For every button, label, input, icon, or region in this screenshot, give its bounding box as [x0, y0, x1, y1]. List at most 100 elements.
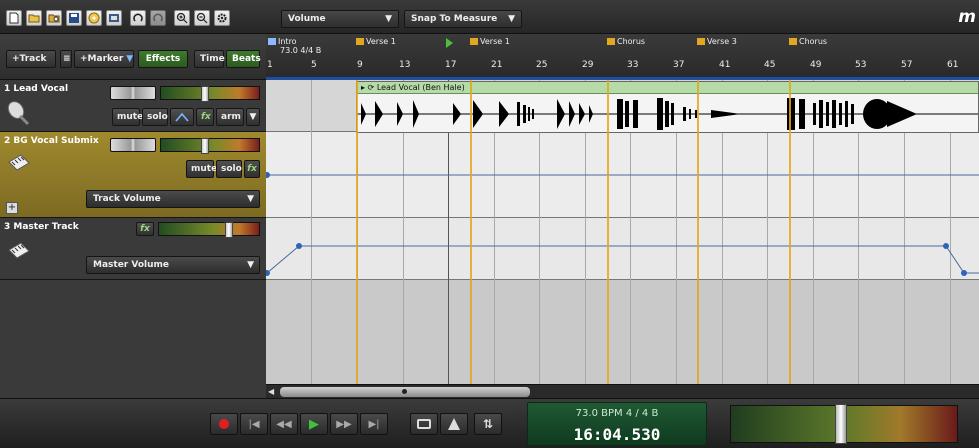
beats-button[interactable]: Beats	[226, 50, 261, 68]
marker-chorus-2[interactable]: Chorus	[789, 37, 827, 46]
scrollbar-thumb[interactable]	[280, 387, 530, 397]
keyboard-icon	[8, 154, 30, 171]
scroll-left-icon[interactable]: ◀	[268, 387, 278, 397]
marker-intro[interactable]: Intro	[268, 37, 297, 46]
automation-point[interactable]	[961, 270, 967, 276]
open-recent-icon[interactable]	[46, 10, 62, 26]
burn-cd-icon[interactable]	[86, 10, 102, 26]
mute-button[interactable]: mute	[186, 160, 217, 178]
time-display[interactable]: 73.0 BPM 4 / 4 B 16:04.530	[527, 402, 707, 446]
view-select[interactable]: Volume ▼	[281, 10, 399, 28]
chevron-down-icon: ▼	[247, 194, 254, 204]
export-icon[interactable]	[106, 10, 122, 26]
record-icon	[219, 419, 229, 429]
automation-lane-value: Master Volume	[93, 260, 169, 270]
marker-verse-1b[interactable]: Verse 1	[470, 37, 510, 46]
metronome-icon	[448, 418, 460, 430]
track-menu-button[interactable]: ▼	[246, 108, 260, 126]
track-list-icon[interactable]: ≡	[60, 50, 72, 68]
add-automation-icon[interactable]: +	[6, 202, 18, 214]
save-icon[interactable]	[66, 10, 82, 26]
track-pan-meter[interactable]	[160, 138, 260, 154]
arm-button[interactable]: arm	[216, 108, 244, 126]
snap-select[interactable]: Snap To Measure ▼	[404, 10, 522, 28]
lane-empty[interactable]	[266, 280, 979, 384]
go-to-start-button[interactable]: |◀	[240, 413, 268, 435]
timeline-area[interactable]: Intro 73.0 4/4 B Verse 1 Verse 1 Chorus …	[266, 34, 979, 398]
fx-button[interactable]: fx	[244, 160, 260, 178]
automation-point[interactable]	[296, 243, 302, 249]
track-volume-slider[interactable]	[110, 86, 156, 100]
automation-envelope[interactable]	[266, 132, 979, 280]
master-volume-slider[interactable]	[730, 404, 958, 444]
record-button[interactable]	[210, 413, 238, 435]
master-volume-meter[interactable]	[158, 222, 260, 238]
metronome-button[interactable]	[440, 413, 468, 435]
add-marker-button[interactable]: +Marker ▼	[74, 50, 134, 68]
bar-number: 33	[627, 60, 639, 70]
automation-point[interactable]	[943, 243, 949, 249]
mixcraft-window: Volume ▼ Snap To Measure ▼ m +Track ≡ +M…	[0, 0, 979, 448]
open-folder-icon[interactable]	[26, 10, 42, 26]
mixer-button[interactable]: ⇅	[474, 413, 502, 435]
tempo-signature-label: 73.0 4/4 B	[280, 46, 322, 55]
clip-header[interactable]: ▸ ⟳ Lead Vocal (Ben Hale)	[357, 82, 978, 94]
add-track-button[interactable]: +Track	[6, 50, 56, 68]
rewind-button[interactable]: ◀◀	[270, 413, 298, 435]
track-header-master[interactable]: 3 Master Track fx Master Volume ▼	[0, 218, 266, 280]
settings-icon[interactable]	[214, 10, 230, 26]
track-header-lead-vocal[interactable]: 1 Lead Vocal mute solo fx arm ▼	[0, 80, 266, 132]
microphone-icon	[7, 101, 30, 126]
mixer-icon: ⇅	[482, 417, 494, 431]
chevron-down-icon: ▼	[247, 260, 254, 270]
snapshot-button[interactable]	[410, 413, 438, 435]
go-to-end-button[interactable]: ▶|	[360, 413, 388, 435]
loop-icon[interactable]	[130, 10, 146, 26]
automation-toggle-icon[interactable]	[170, 108, 194, 126]
new-file-icon[interactable]	[6, 10, 22, 26]
marker-line	[789, 80, 791, 385]
automation-lane-select[interactable]: Master Volume ▼	[86, 256, 260, 274]
chevron-down-icon: ▼	[385, 14, 392, 24]
keyboard-icon	[8, 242, 30, 259]
effects-button[interactable]: Effects	[138, 50, 188, 68]
marker-verse-3[interactable]: Verse 3	[697, 37, 737, 46]
zoom-in-icon[interactable]	[174, 10, 190, 26]
track-header-bg-vocal-submix[interactable]: 2 BG Vocal Submix mute solo fx Track Vol…	[0, 132, 266, 218]
fx-button[interactable]: fx	[196, 108, 214, 126]
mute-button[interactable]: mute	[112, 108, 143, 126]
timeline-ruler[interactable]: Intro 73.0 4/4 B Verse 1 Verse 1 Chorus …	[266, 34, 979, 80]
zoom-out-icon[interactable]	[194, 10, 210, 26]
bar-number: 41	[719, 60, 731, 70]
fast-forward-icon: ▶▶	[336, 418, 352, 430]
track-pan-meter[interactable]	[160, 86, 260, 102]
rewind-icon: ◀◀	[276, 418, 292, 430]
master-volume-thumb[interactable]	[835, 404, 847, 444]
bar-number: 57	[901, 60, 913, 70]
audio-clip-lead-vocal[interactable]: ▸ ⟳ Lead Vocal (Ben Hale)	[356, 81, 979, 133]
track-volume-slider[interactable]	[110, 138, 156, 152]
fx-button[interactable]: fx	[136, 222, 154, 236]
bar-number: 13	[399, 60, 411, 70]
marker-line	[470, 80, 472, 385]
automation-lane-value: Track Volume	[93, 194, 161, 204]
solo-button[interactable]: solo	[142, 108, 168, 126]
fast-forward-button[interactable]: ▶▶	[330, 413, 358, 435]
play-button[interactable]: ▶	[300, 413, 328, 435]
track-headers-panel: +Track ≡ +Marker ▼ Effects Time Beats 1 L…	[0, 34, 266, 398]
horizontal-scrollbar[interactable]: ◀	[266, 384, 979, 398]
bar-number: 25	[536, 60, 548, 70]
automation-point[interactable]	[266, 172, 270, 178]
track-name: 3 Master Track	[4, 222, 79, 232]
time-button[interactable]: Time	[194, 50, 225, 68]
marker-chorus[interactable]: Chorus	[607, 37, 645, 46]
bar-number: 1	[267, 60, 273, 70]
camera-icon	[417, 419, 431, 429]
marker-verse-1[interactable]: Verse 1	[356, 37, 396, 46]
waveform	[357, 98, 978, 130]
clip-play-icon[interactable]: ▸ ⟳	[361, 83, 374, 92]
automation-lane-select[interactable]: Track Volume ▼	[86, 190, 260, 208]
play-cursor-icon[interactable]	[446, 38, 453, 48]
loop-disabled-icon[interactable]	[150, 10, 166, 26]
solo-button[interactable]: solo	[216, 160, 242, 178]
